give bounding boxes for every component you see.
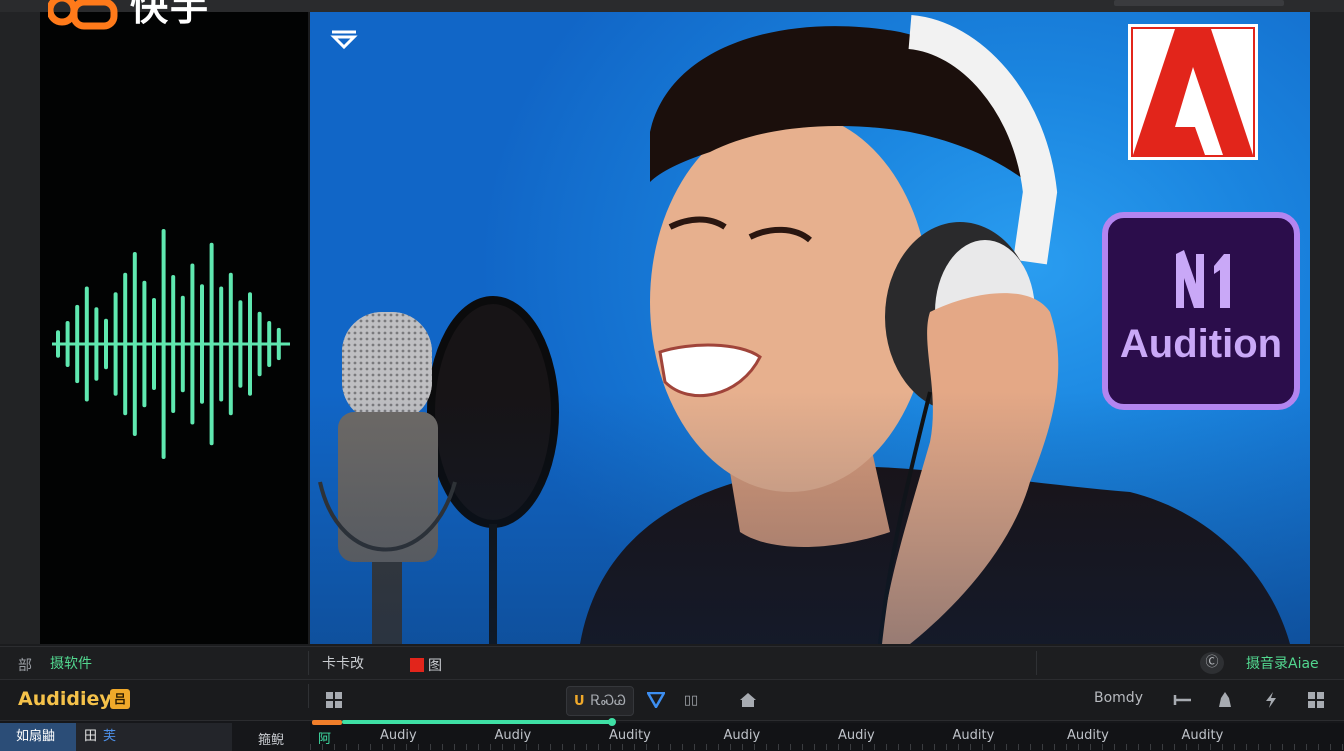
status-right-label[interactable]: 摄音录Aiae <box>1246 653 1319 673</box>
audition-logo-icon: Audition <box>1102 212 1300 410</box>
playback-group-button[interactable]: U ᎡᏍᏊ <box>566 686 634 716</box>
marker-tool-button[interactable] <box>1212 686 1238 714</box>
status-mid-flag-text: 图 <box>428 658 442 674</box>
timeline-tab-label: 芙 <box>103 729 117 744</box>
timeline-progress-bar <box>342 720 612 724</box>
expand-icon <box>1308 692 1324 708</box>
timeline-clip-label[interactable]: Audity <box>609 728 651 743</box>
dropdown-arrow-icon[interactable] <box>330 30 358 50</box>
status-mid-flag[interactable]: 图 <box>410 655 442 675</box>
timeline-clip-label[interactable]: Audity <box>1067 728 1109 743</box>
timeline-progress-start <box>312 720 342 725</box>
timeline-ticks <box>310 744 1344 750</box>
marker-icon <box>1219 692 1231 707</box>
grid-view-button[interactable] <box>318 686 350 714</box>
playhead-handle[interactable] <box>608 718 616 726</box>
waveform-panel <box>40 12 308 644</box>
adobe-logo-icon <box>1128 24 1258 160</box>
status-left-icon[interactable]: 部 <box>18 655 38 674</box>
timeline-clip-label[interactable]: Audiy <box>380 728 417 743</box>
timeline-start-label: 阿 <box>318 732 332 747</box>
timeline-clip-label[interactable]: Audity <box>1182 728 1224 743</box>
timeline-tab-active[interactable]: 如扇鼬 <box>0 723 76 751</box>
ready-label: Bomdy <box>1094 690 1143 706</box>
shield-button[interactable] <box>642 686 670 714</box>
playback-label: ᎡᏍᏊ <box>590 693 626 709</box>
toolbar: Audidiey 吕 U ᎡᏍᏊ ▯▯ Bomdy <box>0 679 1344 720</box>
timeline-clip-label[interactable]: Audiy <box>495 728 532 743</box>
brand-logo: 快手 <box>46 0 211 34</box>
status-left-label[interactable]: 摄软件 <box>50 653 92 673</box>
brand-name: 快手 <box>130 0 211 29</box>
line-tool-icon <box>1173 695 1191 705</box>
status-bar: 部 摄软件 卡卡改 图 Ⓒ 摄音录Aiae <box>0 646 1344 679</box>
adobe-mini-icon <box>410 658 424 672</box>
playback-icon: U <box>574 693 585 709</box>
line-tool-button[interactable] <box>1170 686 1196 714</box>
timeline-tab[interactable]: 田芙 <box>76 723 232 751</box>
right-edge-panel <box>1310 12 1344 644</box>
waveform-axis <box>52 342 290 346</box>
audition-mark-icon <box>1176 250 1230 308</box>
divider <box>1036 651 1037 675</box>
app-badge[interactable]: 吕 <box>110 689 130 709</box>
divider <box>308 651 309 675</box>
lightning-icon <box>1266 692 1276 708</box>
timeline-label: 箍鲵 <box>258 733 285 748</box>
app-label[interactable]: Audidiey <box>18 688 112 710</box>
waveform-graphic <box>52 229 290 459</box>
home-icon <box>740 693 756 707</box>
kuaishou-logo-icon <box>46 0 122 30</box>
timeline-clip-label[interactable]: Audiy <box>724 728 761 743</box>
timeline-tab-icon: 田 <box>84 729 98 744</box>
status-mid-label[interactable]: 卡卡改 <box>322 653 364 673</box>
effects-tool-button[interactable] <box>1258 686 1284 714</box>
shield-icon <box>647 692 665 708</box>
divider <box>308 684 309 708</box>
top-right-control[interactable] <box>1114 0 1284 6</box>
timeline-clip-label[interactable]: Audiy <box>838 728 875 743</box>
home-button[interactable] <box>734 686 762 714</box>
captions-button[interactable]: ▯▯ <box>676 686 706 714</box>
audition-logo-label: Audition <box>1119 322 1283 366</box>
left-edge-panel <box>0 12 40 644</box>
grid-icon <box>326 692 342 708</box>
timeline-clip-label[interactable]: Audity <box>953 728 995 743</box>
expand-button[interactable] <box>1302 686 1330 714</box>
copyright-icon[interactable]: Ⓒ <box>1200 652 1224 674</box>
